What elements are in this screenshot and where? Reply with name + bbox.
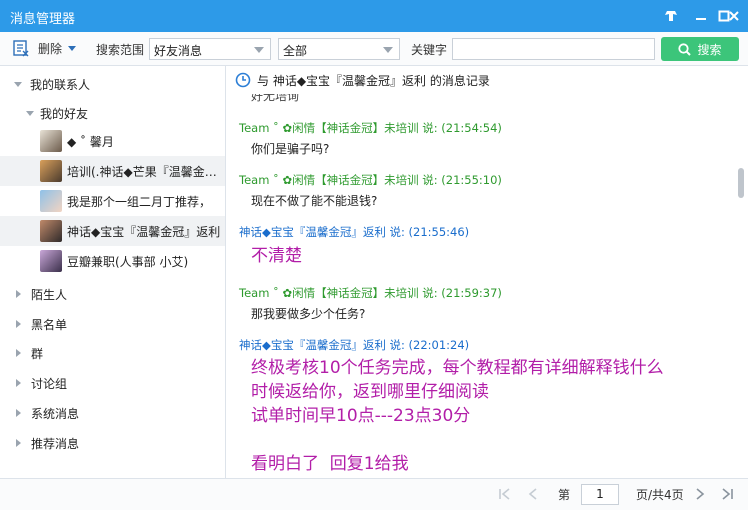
toolbar: 删除 搜索范围 好友消息 全部 关键字 搜索 — [0, 32, 748, 66]
tree-group-discussions[interactable]: 讨论组 — [0, 368, 225, 398]
chevron-right-icon — [16, 379, 21, 387]
tree-group-blacklist[interactable]: 黑名单 — [0, 309, 225, 339]
chevron-right-icon — [16, 409, 21, 417]
avatar — [40, 190, 62, 212]
tree-my-friends-label: 我的好友 — [40, 106, 89, 121]
message-text: 你们是骗子吗? — [251, 142, 330, 156]
tree-group-recommended-messages[interactable]: 推荐消息 — [0, 428, 225, 458]
tree-my-contacts-label: 我的联系人 — [30, 77, 91, 92]
chevron-right-icon — [16, 320, 21, 328]
close-button[interactable] — [723, 6, 745, 26]
friend-name: ◆ ˚ 馨月 — [67, 134, 114, 149]
search-button[interactable]: 搜索 — [661, 37, 739, 61]
search-icon — [678, 42, 692, 56]
clock-icon — [235, 72, 251, 88]
last-page-icon[interactable] — [720, 487, 734, 501]
scope-label: 搜索范围 — [96, 43, 145, 57]
message-text: 那我要做多少个任务? — [251, 307, 366, 321]
message-text: 不清楚 — [251, 246, 302, 266]
message-list: 好无培询 Team ˚ ✿闲情【神话金冠】未培训 说: (21:54:54) 你… — [227, 94, 732, 478]
chevron-down-icon — [383, 47, 393, 53]
avatar — [40, 160, 62, 182]
friend-name: 神话◆宝宝『温馨金冠』返利 — [67, 224, 221, 239]
keyword-label: 关键字 — [411, 43, 448, 57]
friend-name: 培训(.神话◆芒果『温馨金冠』 — [67, 164, 223, 179]
friend-name: 豆瓣兼职(人事部 小艾) — [67, 254, 189, 269]
chevron-right-icon — [16, 290, 21, 298]
chevron-down-icon — [14, 81, 22, 87]
message-scrollbar[interactable] — [735, 96, 748, 478]
type-select[interactable]: 全部 — [278, 38, 400, 60]
page-total: 页/共4页 — [636, 488, 684, 502]
friend-name: 我是那个一组二月丁推荐， — [67, 194, 212, 209]
keyword-input[interactable] — [452, 38, 655, 60]
tree-group-label: 陌生人 — [31, 287, 68, 302]
tree-group-label: 黑名单 — [31, 317, 68, 332]
scope-select-value: 好友消息 — [154, 44, 203, 58]
chevron-down-icon — [26, 110, 34, 116]
tree-group-strangers[interactable]: 陌生人 — [0, 279, 225, 309]
tree-group-label: 系统消息 — [31, 406, 80, 421]
contacts-sidebar: 我的联系人 我的好友 ◆ ˚ 馨月 培训(.神话◆芒果『温馨金冠』 我是那个一组… — [0, 66, 226, 478]
avatar — [40, 130, 62, 152]
avatar — [40, 250, 62, 272]
friend-item-selected[interactable]: 神话◆宝宝『温馨金冠』返利 — [0, 216, 225, 246]
friend-item[interactable]: ◆ ˚ 馨月 — [0, 126, 225, 156]
message-sender: Team ˚ ✿闲情【神话金冠】未培训 说: (21:59:37) — [239, 286, 502, 300]
partial-message-text: 好无培询 — [251, 94, 300, 103]
page-prefix: 第 — [558, 488, 571, 502]
tree-my-friends[interactable]: 我的好友 — [0, 98, 225, 128]
tree-group-label: 讨论组 — [31, 376, 68, 391]
tree-group-groups[interactable]: 群 — [0, 338, 225, 368]
tree-group-label: 群 — [31, 346, 44, 361]
avatar — [40, 220, 62, 242]
tree-group-label: 推荐消息 — [31, 436, 80, 451]
chevron-right-icon — [16, 439, 21, 447]
prev-page-icon[interactable] — [526, 487, 540, 501]
message-sender: 神话◆宝宝『温馨金冠』返利 说: (22:01:24) — [239, 338, 470, 352]
friend-item[interactable]: 培训(.神话◆芒果『温馨金冠』 — [0, 156, 225, 186]
scope-select[interactable]: 好友消息 — [149, 38, 271, 60]
history-header-text: 与 神话◆宝宝『温馨金冠』返利 的消息记录 — [257, 73, 490, 88]
chevron-down-icon — [68, 45, 77, 51]
delete-label: 删除 — [38, 41, 63, 56]
history-header: 与 神话◆宝宝『温馨金冠』返利 的消息记录 — [227, 66, 748, 94]
delete-button[interactable]: 删除 — [12, 39, 77, 57]
minimize-button[interactable] — [690, 6, 712, 26]
message-sender: 神话◆宝宝『温馨金冠』返利 说: (21:55:46) — [239, 225, 470, 239]
tree-my-contacts[interactable]: 我的联系人 — [0, 69, 225, 99]
friend-item[interactable]: 我是那个一组二月丁推荐， — [0, 186, 225, 216]
scrollbar-thumb[interactable] — [738, 168, 744, 198]
message-history-panel: 与 神话◆宝宝『温馨金冠』返利 的消息记录 好无培询 Team ˚ ✿闲情【神话… — [227, 66, 748, 478]
message-sender: Team ˚ ✿闲情【神话金冠】未培训 说: (21:55:10) — [239, 173, 502, 187]
first-page-icon[interactable] — [498, 487, 512, 501]
skin-icon[interactable] — [660, 6, 682, 26]
page-number-value: 1 — [596, 487, 604, 501]
chevron-down-icon — [254, 47, 264, 53]
friend-item[interactable]: 豆瓣兼职(人事部 小艾) — [0, 246, 225, 276]
next-page-icon[interactable] — [693, 487, 707, 501]
search-button-label: 搜索 — [697, 42, 722, 57]
chevron-right-icon — [16, 349, 21, 357]
type-select-value: 全部 — [283, 44, 308, 58]
delete-icon — [12, 39, 30, 57]
window-title: 消息管理器 — [10, 12, 76, 27]
message-sender: Team ˚ ✿闲情【神话金冠】未培训 说: (21:54:54) — [239, 121, 502, 135]
title-bar: 消息管理器 — [0, 0, 748, 32]
message-text: 现在不做了能不能退钱? — [251, 194, 378, 208]
pagination-bar: 第 1 页/共4页 — [0, 478, 748, 510]
tree-group-system-messages[interactable]: 系统消息 — [0, 398, 225, 428]
message-text: 终极考核10个任务完成，每个教程都有详细解释钱什么 时候返给你，返到哪里仔细阅读… — [251, 358, 664, 474]
page-number-input[interactable]: 1 — [581, 484, 619, 505]
